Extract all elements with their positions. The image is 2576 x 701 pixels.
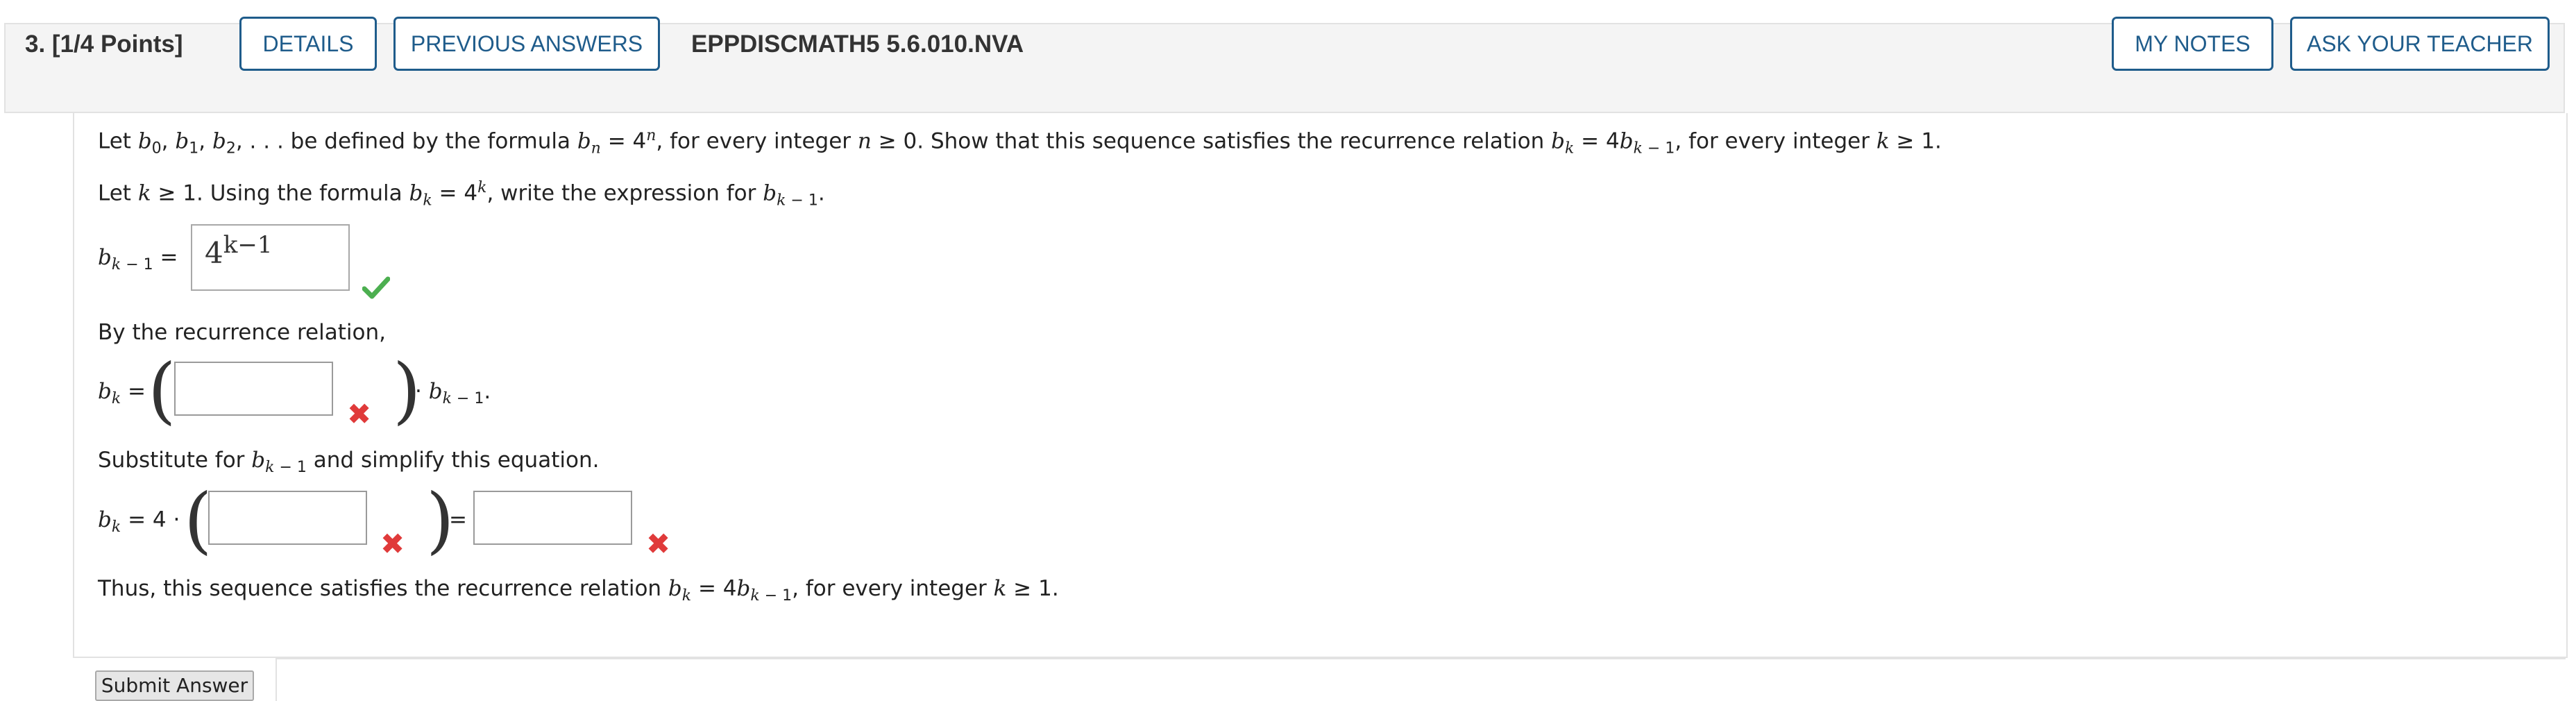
step-1-text: Let k ≥ 1. Using the formula bk = 4k, wr… bbox=[98, 179, 825, 210]
answer-2-suffix: · bk − 1. bbox=[415, 379, 491, 408]
step-3-text: Substitute for bk − 1 and simplify this … bbox=[98, 448, 600, 477]
x-mark-icon: ✖ bbox=[380, 527, 405, 561]
assignment-code: EPPDISCMATH5 5.6.010.NVA bbox=[691, 31, 1024, 58]
answer-1-field[interactable]: 4k−1 bbox=[191, 224, 350, 291]
left-paren: ( bbox=[148, 348, 176, 432]
equals-sign: = bbox=[449, 507, 467, 532]
step-2-text: By the recurrence relation, bbox=[98, 320, 386, 345]
footer-divider bbox=[276, 658, 2566, 659]
answer-3-label: bk = 4 · bbox=[98, 507, 180, 537]
details-button[interactable]: DETAILS bbox=[239, 17, 377, 71]
problem-statement: Let b0, b1, b2, . . . be defined by the … bbox=[98, 127, 1942, 158]
question-points-label: 3. [1/4 Points] bbox=[25, 31, 183, 58]
answer-2-label: bk = bbox=[98, 379, 146, 408]
answer-4-field[interactable] bbox=[473, 491, 632, 545]
footer-divider-vertical bbox=[276, 658, 277, 701]
answer-3-field[interactable] bbox=[208, 491, 367, 545]
submit-answer-button[interactable]: Submit Answer bbox=[95, 670, 254, 701]
my-notes-button[interactable]: MY NOTES bbox=[2112, 17, 2273, 71]
answer-2-field[interactable] bbox=[174, 362, 333, 416]
answer-1-base: 4 bbox=[205, 236, 223, 270]
checkmark-icon bbox=[362, 276, 390, 299]
ask-your-teacher-button[interactable]: ASK YOUR TEACHER bbox=[2290, 17, 2550, 71]
conclusion-text: Thus, this sequence satisfies the recurr… bbox=[98, 576, 1059, 605]
previous-answers-button[interactable]: PREVIOUS ANSWERS bbox=[393, 17, 660, 71]
x-mark-icon: ✖ bbox=[646, 527, 671, 561]
answer-1-label: bk − 1 = bbox=[98, 245, 178, 274]
answer-1-exponent: k−1 bbox=[223, 231, 273, 259]
x-mark-icon: ✖ bbox=[347, 397, 372, 431]
